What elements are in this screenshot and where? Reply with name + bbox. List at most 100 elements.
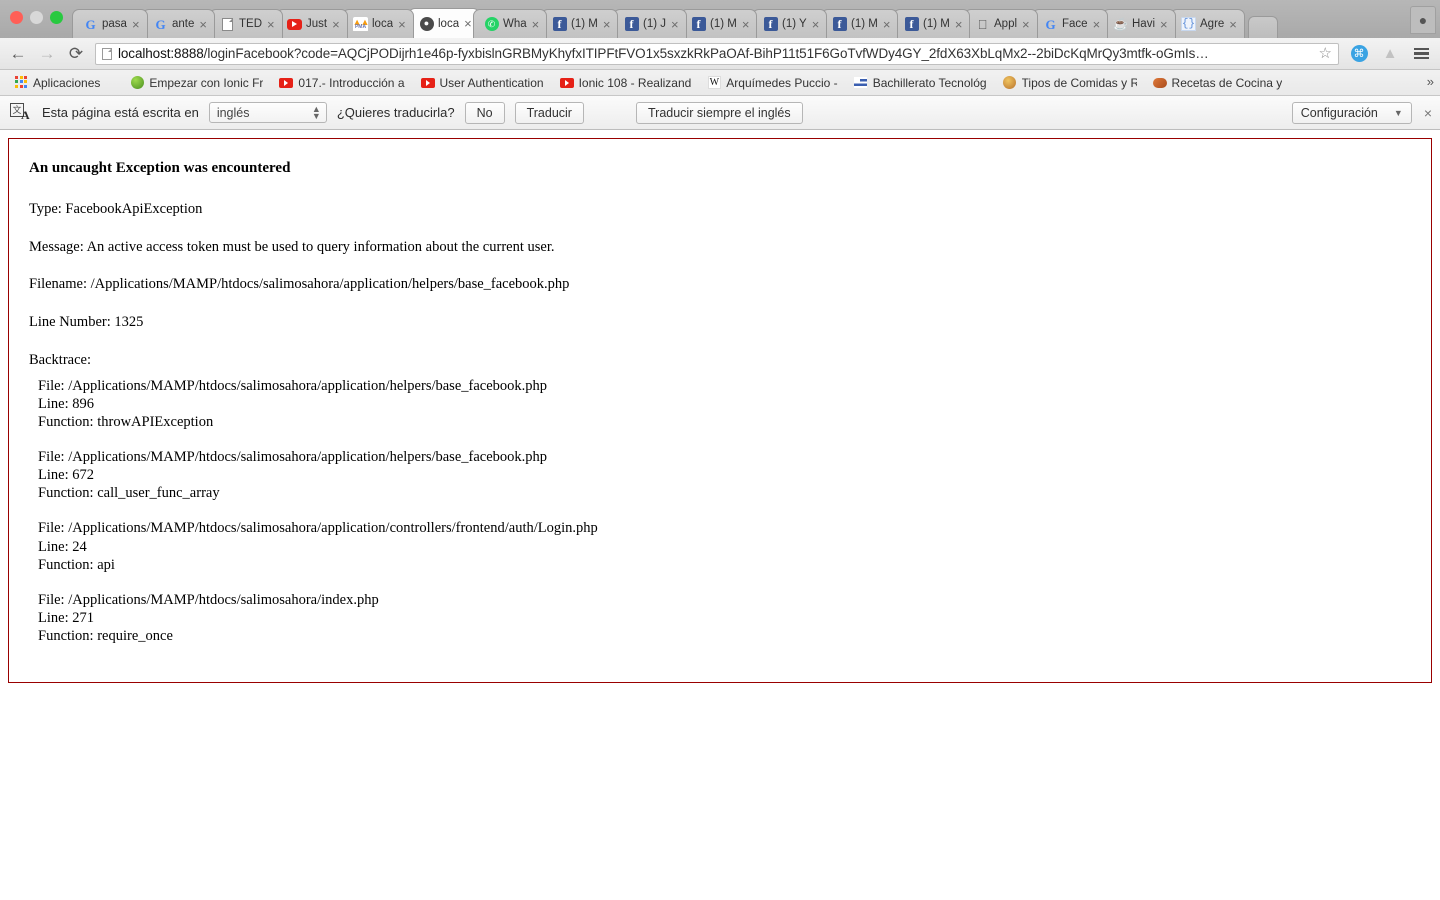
bookmark-item[interactable]: Recetas de Cocina y	[1145, 73, 1291, 93]
tab-label: Agre	[1199, 18, 1224, 30]
translate-question: ¿Quieres traducirla?	[336, 105, 455, 120]
tab-close-icon[interactable]: ×	[811, 17, 821, 32]
browser-tab[interactable]: ● loca ×	[407, 8, 480, 38]
facebook-icon: f	[691, 17, 706, 32]
bookmark-item[interactable]: Ionic 108 - Realizand	[552, 73, 700, 93]
page-content: An uncaught Exception was encountered Ty…	[0, 138, 1440, 888]
back-button[interactable]: ←	[8, 43, 28, 65]
forward-button[interactable]: →	[37, 43, 57, 65]
browser-tab[interactable]: Gpasa ×	[72, 9, 148, 38]
address-bar[interactable]: localhost:8888/loginFacebook?code=AQCjPO…	[95, 42, 1339, 65]
tab-close-icon[interactable]: ×	[741, 17, 751, 32]
browser-tab[interactable]: f (1) M ×	[541, 9, 619, 38]
backtrace-line: Line: 271	[38, 609, 94, 626]
tab-close-icon[interactable]: ×	[397, 17, 407, 32]
backtrace-label: Backtrace:	[29, 351, 91, 368]
tab-close-icon[interactable]: ×	[198, 17, 208, 32]
bookmark-item[interactable]: Empezar con Ionic Fr	[122, 73, 271, 93]
tab-close-icon[interactable]: ×	[331, 17, 341, 32]
backtrace-function: Function: call_user_func_array	[38, 485, 220, 502]
translate-button[interactable]: Traducir	[514, 101, 584, 124]
bookmark-label: Recetas de Cocina y	[1171, 75, 1283, 90]
tabs-container: Gpasa × Gante × TED × Just × ▲▲ PMA loca × ● loca × ✆ Wh…	[72, 8, 1245, 38]
bookmark-label: User Authentication	[439, 75, 544, 90]
tab-close-icon[interactable]: ×	[1021, 17, 1031, 32]
exception-filename: Filename: /Applications/MAMP/htdocs/sali…	[29, 276, 570, 293]
bookmark-label: 017.- Introducción a	[298, 75, 405, 90]
browser-tab[interactable]:  Appl×	[964, 9, 1038, 38]
browser-menu-icon[interactable]	[1410, 43, 1432, 65]
exception-type: Type: FacebookApiException	[29, 201, 203, 217]
exception-message: Message: An active access token must be …	[29, 238, 555, 255]
tab-label: (1) Y	[781, 18, 807, 30]
bookmark-label: Ionic 108 - Realizand	[578, 75, 692, 90]
reload-button[interactable]: ⟳	[66, 43, 86, 65]
tab-close-icon[interactable]: ×	[670, 17, 680, 32]
translate-settings-button[interactable]: Configuración ▼	[1291, 101, 1412, 124]
bookmark-item[interactable]: Bachillerato Tecnológ	[846, 73, 995, 93]
browser-tab[interactable]: G Face ×	[1031, 9, 1108, 38]
browser-tab[interactable]: f (1) M ×	[892, 9, 971, 38]
browser-tab[interactable]: Just ×	[276, 9, 348, 38]
browser-tab[interactable]: TED ×	[208, 9, 283, 38]
backtrace-line: Line: 672	[38, 467, 94, 484]
tab-label: (1) M	[571, 18, 599, 30]
google-icon: G	[154, 16, 166, 32]
tab-close-icon[interactable]: ×	[954, 17, 964, 32]
tab-close-icon[interactable]: ×	[1159, 17, 1169, 32]
backtrace-frame: File: /Applications/MAMP/htdocs/salimosa…	[38, 519, 1411, 573]
browser-tab[interactable]: f (1) M ×	[680, 9, 758, 38]
browser-tab[interactable]: f (1) M ×	[821, 9, 899, 38]
bookmark-item[interactable]: 017.- Introducción a	[271, 73, 412, 93]
window-close-button[interactable]	[10, 11, 23, 24]
new-tab-button[interactable]	[1248, 16, 1279, 38]
google-icon: G	[1045, 16, 1056, 32]
tab-close-icon[interactable]: ×	[131, 17, 141, 32]
apple-icon: 	[975, 17, 990, 32]
command-extension-icon[interactable]: ⌘	[1348, 43, 1370, 65]
window-minimize-button[interactable]	[30, 11, 43, 24]
bookmark-item[interactable]: User Authentication	[413, 73, 552, 93]
bookmarks-overflow-icon[interactable]: »	[1427, 74, 1434, 89]
tab-close-icon[interactable]: ×	[1091, 17, 1101, 32]
bookmark-star-icon[interactable]: ☆	[1319, 46, 1332, 61]
tab-close-icon[interactable]: ×	[602, 17, 612, 32]
translate-always-button[interactable]: Traducir siempre el inglés	[635, 101, 803, 124]
url-text: localhost:8888/loginFacebook?code=AQCjPO…	[118, 46, 1313, 61]
ionic-icon	[130, 76, 144, 90]
browser-tab[interactable]: ▲▲ PMA loca ×	[341, 9, 414, 38]
tab-close-icon[interactable]: ×	[531, 17, 541, 32]
translate-message: Esta página está escrita en	[42, 105, 199, 120]
browser-tab[interactable]: f (1) J ×	[612, 9, 687, 38]
language-select[interactable]: inglés ▲ ▼	[208, 102, 327, 123]
google-icon: G	[85, 16, 96, 32]
apps-grid-icon	[14, 75, 28, 90]
translate-bar-right: Configuración ▼ ×	[1291, 101, 1432, 124]
tab-close-icon[interactable]: ×	[266, 17, 276, 32]
tab-label: Wha	[503, 18, 527, 30]
translate-no-button[interactable]: No	[464, 101, 505, 124]
bookmark-item[interactable]: Tipos de Comidas y R	[995, 73, 1145, 93]
browser-tab[interactable]: {} Agre ×	[1169, 9, 1245, 38]
tab-close-icon[interactable]: ×	[882, 17, 892, 32]
tab-close-icon[interactable]: ×	[1228, 17, 1238, 32]
facebook-icon: f	[552, 17, 567, 32]
backtrace-frame: File: /Applications/MAMP/htdocs/salimosa…	[38, 448, 1411, 502]
bookmark-item[interactable]: W Arquímedes Puccio -	[699, 73, 845, 93]
facebook-icon: f	[832, 17, 847, 32]
profile-button[interactable]: ●	[1410, 6, 1436, 34]
translate-close-icon[interactable]: ×	[1424, 106, 1432, 120]
browser-tab[interactable]: f (1) Y ×	[751, 9, 828, 38]
page-info-icon	[102, 47, 112, 60]
window-maximize-button[interactable]	[50, 11, 63, 24]
backtrace-file: File: /Applications/MAMP/htdocs/salimosa…	[38, 591, 379, 608]
tab-close-icon[interactable]: ×	[463, 16, 473, 31]
browser-tab[interactable]: Gante ×	[141, 9, 215, 38]
google-drive-icon[interactable]: ▲	[1379, 43, 1401, 65]
browser-tab[interactable]: ☕ Havi ×	[1101, 9, 1176, 38]
backtrace-line: Line: 24	[38, 538, 87, 555]
tab-label: Havi	[1131, 18, 1155, 30]
browser-tab[interactable]: ✆ Wha ×	[473, 9, 548, 38]
bookmark-item[interactable]: Aplicaciones	[6, 73, 108, 93]
url-host: localhost:8888	[118, 46, 204, 61]
